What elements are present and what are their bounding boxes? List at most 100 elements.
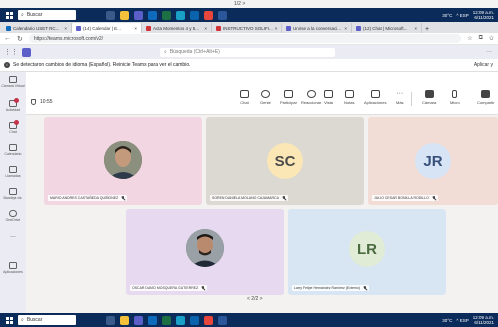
search-icon: ⌕: [21, 317, 24, 323]
initials-avatar: LR: [349, 231, 385, 267]
more-icon: ···: [396, 90, 404, 97]
page-pager[interactable]: 1/2 >: [234, 1, 245, 7]
camera-button[interactable]: Cámara: [422, 90, 436, 105]
browser-tab[interactable]: Calendario USET RC... ×: [2, 23, 72, 33]
react-button[interactable]: Reaccionar: [301, 90, 321, 105]
browser-tab[interactable]: Unirse a la conversaci... ×: [282, 23, 352, 33]
notification-badge: [14, 120, 19, 125]
rail-item-chat[interactable]: Chat: [0, 120, 26, 134]
browser-tab-active[interactable]: (14) Calendar | E... ×: [72, 23, 142, 33]
word-app-icon[interactable]: [218, 315, 227, 325]
new-tab-button[interactable]: +: [422, 26, 432, 33]
rail-item-calls[interactable]: Llamadas: [0, 166, 26, 178]
teams-logo-icon: [22, 47, 31, 57]
word-app-icon[interactable]: [218, 10, 227, 20]
weather-temp[interactable]: 30°C: [442, 318, 452, 323]
browser-tab[interactable]: (12) Chat | Microsoft... ×: [352, 23, 422, 33]
reload-icon[interactable]: ↻: [17, 35, 23, 43]
task-view-icon[interactable]: [106, 315, 115, 325]
mic-off-icon: [432, 196, 436, 200]
outlook-app-icon[interactable]: [190, 10, 199, 20]
rail-item-activity[interactable]: Actividad: [0, 98, 26, 112]
close-tab-icon[interactable]: ×: [344, 26, 347, 31]
back-arrow-icon[interactable]: ←: [4, 35, 11, 42]
task-view-icon[interactable]: [106, 10, 115, 20]
apps-icon: [370, 90, 380, 98]
stage-pager[interactable]: < 2/2 >: [247, 296, 263, 302]
app-launcher-icon[interactable]: ⋮⋮: [0, 48, 22, 56]
edge-app-icon[interactable]: [176, 10, 185, 20]
share-button[interactable]: Compartir: [477, 90, 495, 105]
taskbar-search-box[interactable]: ⌕ Buscar: [18, 315, 76, 325]
hand-icon: [283, 90, 293, 98]
windows-start-button[interactable]: [0, 313, 18, 327]
tab-label: Calendario USET RC...: [13, 25, 60, 31]
bookmark-star-icon[interactable]: ☆: [467, 35, 472, 42]
close-tab-icon[interactable]: ×: [275, 26, 278, 31]
rail-item-files[interactable]: Bandeja vis.: [0, 188, 26, 200]
control-label: Compartir: [477, 100, 495, 105]
participant-tile[interactable]: OSCAR DAVID MOSQUERA GUTIERREZ: [126, 209, 284, 295]
shield-icon: [31, 99, 36, 105]
teams-app-icon[interactable]: [134, 10, 143, 20]
view-button[interactable]: Vista: [324, 90, 333, 105]
browser-tab[interactable]: Acta Momentos 4 y 5... ×: [142, 23, 212, 33]
close-tab-icon[interactable]: ×: [204, 26, 207, 31]
participant-tile[interactable]: MARIO ANDRES CASTAÑEDA QUIÑONEZ: [44, 117, 202, 205]
meeting-toolbar: 10:55 Chat Gente Participar Reaccionar V…: [26, 72, 498, 115]
favorites-icon[interactable]: ✩: [489, 35, 494, 42]
excel-app-icon[interactable]: [162, 10, 171, 20]
apps-button[interactable]: Aplicaciones: [364, 90, 386, 105]
collections-icon[interactable]: ⧉: [479, 35, 483, 42]
windows-taskbar-bottom: ⌕ Buscar 30°C ^ ESP 12:09 a.m. 6/11/2021: [0, 313, 498, 327]
close-tab-icon[interactable]: ×: [134, 26, 137, 31]
close-tab-icon[interactable]: ×: [64, 26, 67, 31]
file-explorer-icon[interactable]: [120, 10, 129, 20]
tray-icons[interactable]: ^ ESP: [456, 318, 468, 323]
windows-start-button[interactable]: [0, 8, 18, 22]
taskbar-apps: [106, 315, 227, 325]
store-icon[interactable]: [148, 315, 157, 325]
taskbar-search-box[interactable]: ⌕ Buscar: [18, 10, 76, 20]
more-button[interactable]: ··· Más: [396, 90, 404, 105]
participant-tile[interactable]: SC SOREN DANIELA MOLANO CAJAMARCA: [206, 117, 364, 205]
rail-item-more[interactable]: ...: [0, 232, 26, 239]
info-icon: i: [4, 62, 10, 68]
rail-item-apps[interactable]: Aplicaciones: [0, 262, 26, 274]
store-icon[interactable]: [148, 10, 157, 20]
mic-button[interactable]: Micro: [450, 90, 460, 105]
notes-button[interactable]: Notas: [344, 90, 354, 105]
taskbar-clock[interactable]: 12:09 a.m. 6/11/2021: [473, 10, 494, 20]
raise-hand-button[interactable]: Participar: [280, 90, 297, 105]
banner-action-button[interactable]: Aplicar y: [474, 62, 498, 68]
participant-name: JULIO CESAR BONILLA RODILLO: [374, 196, 429, 200]
chat-button[interactable]: Chat: [240, 90, 249, 105]
more-options-icon[interactable]: ···: [486, 49, 498, 55]
mic-off-icon: [201, 286, 205, 290]
outlook-app-icon[interactable]: [190, 315, 199, 325]
control-label: Micro: [450, 100, 460, 105]
weather-temp[interactable]: 30°C: [442, 13, 452, 18]
close-tab-icon[interactable]: ×: [414, 26, 417, 31]
chrome-app-icon[interactable]: [204, 10, 213, 20]
people-button[interactable]: Gente: [260, 90, 271, 105]
edge-app-icon[interactable]: [176, 315, 185, 325]
rail-label: OneDrive: [5, 218, 21, 222]
participant-tile[interactable]: LR Larry Felipe Hernández Ramírez (Exter…: [288, 209, 446, 295]
apps-icon: [9, 262, 17, 269]
rail-item-calendar[interactable]: Calendario: [0, 144, 26, 156]
chrome-app-icon[interactable]: [204, 315, 213, 325]
address-bar[interactable]: https://teams.microsoft.com/v2/: [28, 34, 462, 43]
taskbar-clock[interactable]: 12:09 a.m. 6/11/2021: [473, 315, 494, 325]
teams-app-icon[interactable]: [134, 315, 143, 325]
rail-item-camera[interactable]: Cámara Virtual: [0, 76, 26, 88]
participant-tile[interactable]: JR JULIO CESAR BONILLA RODILLO: [368, 117, 498, 205]
notification-badge: [14, 98, 19, 103]
browser-tab[interactable]: INSTRUCTIVO SOLIFI... ×: [212, 23, 282, 33]
rail-item-onedrive[interactable]: OneDrive: [0, 210, 26, 222]
excel-app-icon[interactable]: [162, 315, 171, 325]
file-explorer-icon[interactable]: [120, 315, 129, 325]
teams-search-box[interactable]: ⌕ Búsqueda (Ctrl+Alt+E): [160, 47, 335, 57]
tray-icons[interactable]: ^ ESP: [456, 13, 468, 18]
rail-label: Llamadas: [5, 174, 21, 178]
